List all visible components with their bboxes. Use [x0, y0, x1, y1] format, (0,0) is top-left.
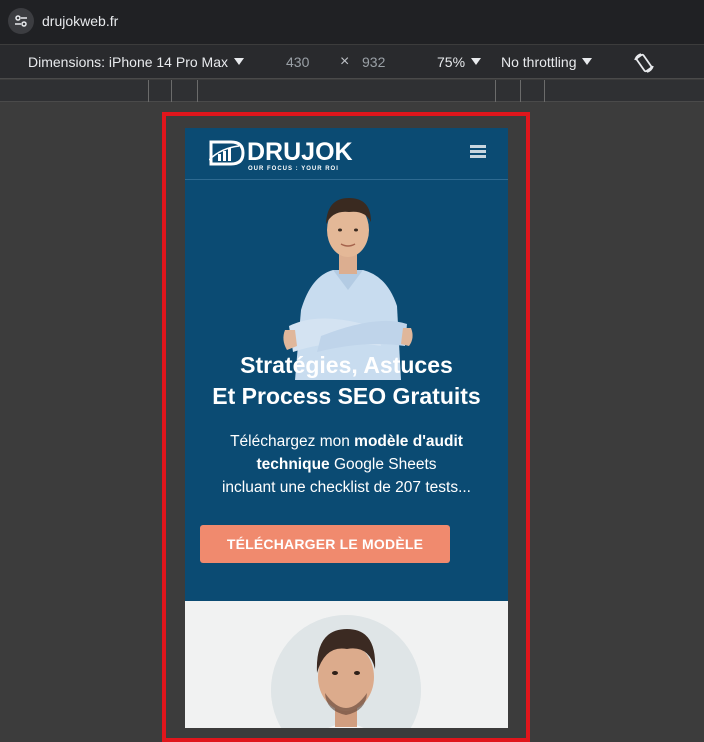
throttling-dropdown[interactable]: No throttling	[501, 53, 593, 70]
zoom-dropdown[interactable]: 75%	[437, 53, 482, 70]
chevron-down-icon	[582, 58, 593, 65]
about-section	[185, 601, 508, 728]
times-icon: ×	[340, 52, 350, 70]
ruler-tick	[197, 80, 198, 102]
rotate-icon[interactable]	[632, 51, 656, 75]
site-header: DRUJOK OUR FOCUS : YOUR ROI	[185, 128, 508, 180]
logo-text: DRUJOK	[247, 138, 353, 166]
chevron-down-icon	[471, 58, 482, 65]
logo-mark-icon	[209, 140, 245, 166]
hero-title: Stratégies, Astuces Et Process SEO Gratu…	[212, 352, 481, 409]
zoom-label: 75%	[437, 53, 466, 70]
device-toolbar: Dimensions: iPhone 14 Pro Max 430 × 932 …	[0, 44, 704, 79]
ruler-tick	[148, 80, 149, 102]
media-query-ruler[interactable]	[0, 80, 704, 102]
hero-subtitle: Téléchargez mon modèle d'audit technique…	[221, 433, 471, 496]
height-input[interactable]: 932	[362, 54, 385, 70]
dimensions-label: Dimensions: iPhone 14 Pro Max	[28, 53, 228, 70]
device-viewport: DRUJOK OUR FOCUS : YOUR ROI Stratégies, …	[185, 128, 508, 728]
author-avatar	[271, 615, 421, 728]
browser-address-bar: drujokweb.fr	[0, 0, 704, 44]
tune-icon[interactable]	[8, 8, 34, 34]
ruler-tick	[520, 80, 521, 102]
chevron-down-icon	[234, 58, 244, 65]
ruler-tick	[544, 80, 545, 102]
url-text[interactable]: drujokweb.fr	[42, 13, 118, 29]
ruler-tick	[495, 80, 496, 102]
throttling-label: No throttling	[501, 53, 577, 70]
omnibox[interactable]: drujokweb.fr	[0, 4, 704, 38]
download-template-button[interactable]: TÉLÉCHARGER LE MODÈLE	[200, 525, 450, 563]
ruler-tick	[171, 80, 172, 102]
hamburger-icon[interactable]	[470, 145, 486, 158]
hero-section: DRUJOK OUR FOCUS : YOUR ROI Stratégies, …	[185, 128, 508, 601]
dimensions-dropdown[interactable]: Dimensions: iPhone 14 Pro Max	[28, 54, 244, 70]
logo-tagline: OUR FOCUS : YOUR ROI	[248, 166, 339, 172]
width-input[interactable]: 430	[286, 54, 309, 70]
